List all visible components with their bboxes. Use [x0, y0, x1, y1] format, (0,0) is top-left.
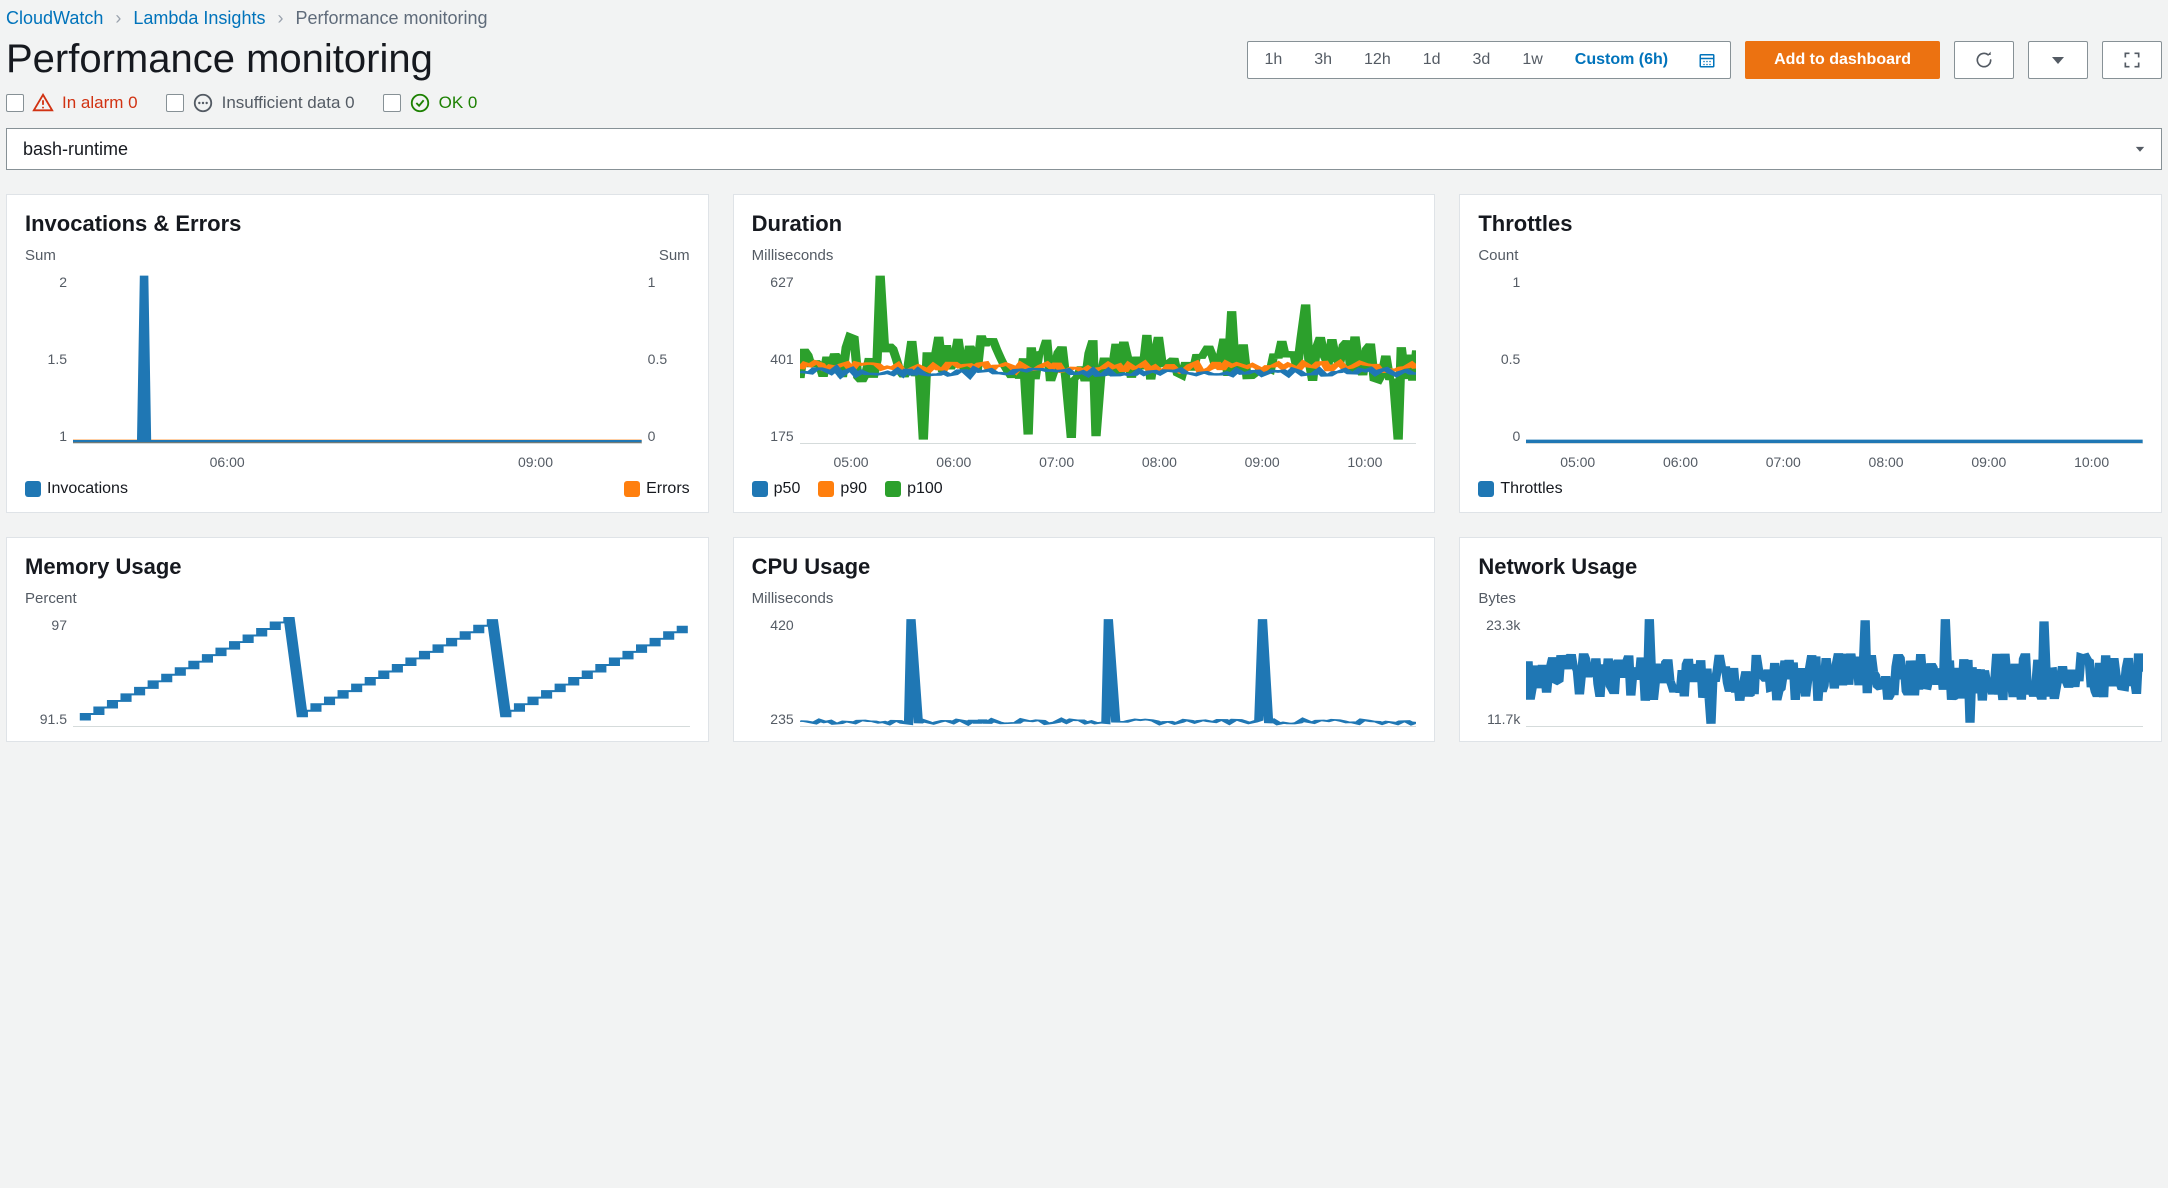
ok-icon	[409, 92, 431, 114]
breadcrumb: CloudWatch › Lambda Insights › Performan…	[6, 6, 2162, 37]
breadcrumb-link-lambda-insights[interactable]: Lambda Insights	[133, 8, 265, 29]
breadcrumb-current: Performance monitoring	[295, 8, 487, 29]
card-throttles: Throttles Count 1 0.5 0 05:00 06:00 07:0…	[1459, 194, 2162, 513]
legend-invocations[interactable]: Invocations	[25, 480, 128, 498]
breadcrumb-link-cloudwatch[interactable]: CloudWatch	[6, 8, 103, 29]
ylabel: Percent	[25, 590, 77, 607]
card-title: Network Usage	[1478, 554, 2143, 580]
alarm-icon	[32, 92, 54, 114]
time-range-picker: 1h 3h 12h 1d 3d 1w Custom (6h)	[1247, 41, 1731, 79]
refresh-button[interactable]	[1954, 41, 2014, 79]
page-title: Performance monitoring	[6, 37, 433, 82]
ylabel: Bytes	[1478, 590, 1516, 607]
fullscreen-button[interactable]	[2102, 41, 2162, 79]
card-memory-usage: Memory Usage Percent 97 91.5	[6, 537, 709, 742]
card-title: Throttles	[1478, 211, 2143, 237]
insufficient-label: Insufficient data 0	[222, 93, 355, 113]
chart[interactable]: 23.3k 11.7k	[1478, 617, 2143, 727]
card-duration: Duration Milliseconds 627 401 175 05:00 …	[733, 194, 1436, 513]
card-invocations-errors: Invocations & Errors Sum Sum 2 1.5 1 1 0…	[6, 194, 709, 513]
chart[interactable]: 1 0.5 0	[1478, 274, 2143, 444]
legend-p100[interactable]: p100	[885, 480, 943, 498]
filter-insufficient[interactable]: Insufficient data 0	[166, 92, 355, 114]
expand-icon	[2122, 50, 2142, 70]
alarm-status-row: In alarm 0 Insufficient data 0 OK 0	[6, 92, 2162, 114]
time-range-custom[interactable]: Custom (6h)	[1559, 42, 1684, 78]
time-range-1w[interactable]: 1w	[1506, 42, 1558, 78]
refresh-icon	[1974, 50, 1994, 70]
checkbox-in-alarm[interactable]	[6, 94, 24, 112]
chart[interactable]: 420 235	[752, 617, 1417, 727]
card-cpu-usage: CPU Usage Milliseconds 420 235	[733, 537, 1436, 742]
chevron-right-icon: ›	[115, 8, 121, 29]
card-title: Duration	[752, 211, 1417, 237]
checkbox-insufficient[interactable]	[166, 94, 184, 112]
time-range-12h[interactable]: 12h	[1348, 42, 1407, 78]
left-axis-label: Sum	[25, 247, 56, 264]
card-title: Memory Usage	[25, 554, 690, 580]
insufficient-icon	[192, 92, 214, 114]
ylabel: Milliseconds	[752, 247, 834, 264]
ylabel: Count	[1478, 247, 1518, 264]
in-alarm-label: In alarm 0	[62, 93, 138, 113]
time-range-1d[interactable]: 1d	[1407, 42, 1457, 78]
refresh-options-button[interactable]	[2028, 41, 2088, 79]
checkbox-ok[interactable]	[383, 94, 401, 112]
right-axis-label: Sum	[659, 247, 690, 264]
ok-label: OK 0	[439, 93, 478, 113]
card-network-usage: Network Usage Bytes 23.3k 11.7k	[1459, 537, 2162, 742]
calendar-icon	[1698, 51, 1716, 69]
chart[interactable]: 2 1.5 1 1 0.5 0	[25, 274, 690, 444]
legend-p50[interactable]: p50	[752, 480, 801, 498]
legend-errors[interactable]: Errors	[624, 480, 690, 498]
time-range-1h[interactable]: 1h	[1248, 42, 1298, 78]
time-range-3h[interactable]: 3h	[1298, 42, 1348, 78]
header-controls: 1h 3h 12h 1d 3d 1w Custom (6h) Add to da…	[1247, 41, 2162, 79]
chart[interactable]: 97 91.5	[25, 617, 690, 727]
filter-ok[interactable]: OK 0	[383, 92, 478, 114]
add-to-dashboard-button[interactable]: Add to dashboard	[1745, 41, 1940, 79]
filter-in-alarm[interactable]: In alarm 0	[6, 92, 138, 114]
caret-down-icon	[2133, 142, 2147, 156]
function-select-value: bash-runtime	[23, 139, 128, 160]
calendar-button[interactable]	[1684, 42, 1730, 78]
chart[interactable]: 627 401 175	[752, 274, 1417, 444]
chevron-right-icon: ›	[277, 8, 283, 29]
card-title: Invocations & Errors	[25, 211, 690, 237]
ylabel: Milliseconds	[752, 590, 834, 607]
legend-throttles[interactable]: Throttles	[1478, 480, 1562, 498]
function-select[interactable]: bash-runtime	[6, 128, 2162, 170]
card-title: CPU Usage	[752, 554, 1417, 580]
caret-down-icon	[2048, 50, 2068, 70]
time-range-3d[interactable]: 3d	[1457, 42, 1507, 78]
legend-p90[interactable]: p90	[818, 480, 867, 498]
